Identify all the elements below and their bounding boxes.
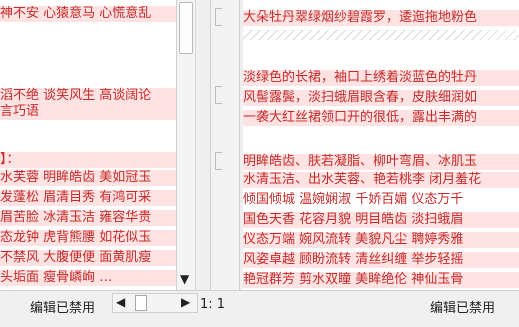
right-text-pane[interactable]: 大朵牡丹翠绿烟纱碧霞罗，逶迤拖地粉色 淡绿色的长裙，袖口上绣着淡蓝色的牡丹 风髻… <box>243 0 519 290</box>
left-text-pane[interactable]: 神不安 心猿意马 心慌意乱 滔不绝 谈笑风生 高谈阔论 言巧语 】： 水芙蓉 明… <box>0 0 176 290</box>
right-line-6: 水清玉洁、出水芙蓉、艳若桃李 闭月羞花 <box>243 172 519 188</box>
right-line-4: 一袭大红丝裙领口开的很低，露出丰满的 <box>243 110 519 126</box>
right-line-1: 大朵牡丹翠绿烟纱碧霞罗，逶迤拖地粉色 <box>243 10 519 26</box>
right-line-2: 淡绿色的长裙，袖口上绣着淡蓝色的牡丹 <box>243 70 519 86</box>
left-line-4: 】： <box>0 152 176 168</box>
right-line-7: 倾国倾城 温婉娴淑 千娇百媚 仪态万千 <box>243 192 464 207</box>
left-vertical-thumb[interactable] <box>179 2 193 54</box>
line-number-gutter <box>210 0 240 290</box>
left-line-1: 神不安 心猿意马 心慌意乱 <box>0 6 176 22</box>
right-line-5: 明眸皓齿、肤若凝脂、柳叶弯眉、冰肌玉 <box>243 154 519 170</box>
cursor-position: 1: 1 <box>200 297 226 312</box>
hatch-pattern <box>243 30 519 40</box>
right-line-3: 风髻露鬓，淡扫蛾眉眼含春，皮肤细润如 <box>243 90 519 106</box>
right-line-8: 国色天香 花容月貌 明目皓齿 淡扫蛾眉 <box>243 212 519 228</box>
left-horizontal-thumb[interactable] <box>135 295 147 311</box>
right-line-10: 风姿卓越 顾盼流转 清丝纠缠 举步轻摇 <box>243 252 519 268</box>
status-bar: 编辑已禁用 1: 1 编辑已禁用 <box>0 290 519 327</box>
right-line-9: 仪态万端 婉风流转 美貌凡尘 聘婷秀雅 <box>243 232 519 248</box>
right-arrow-icon[interactable]: ▶ <box>181 295 190 309</box>
left-arrow-icon[interactable]: ◀ <box>116 295 125 309</box>
right-line-11: 艳冠群芳 剪水双瞳 美眸绝伦 神仙玉骨 <box>243 272 519 288</box>
right-status-mode: 编辑已禁用 <box>430 301 496 316</box>
left-horizontal-scrollbar[interactable]: ◀ ▶ <box>112 293 198 313</box>
left-line-3: 言巧语 <box>0 104 176 120</box>
left-line-8: 态龙钟 虎背熊腰 如花似玉 <box>0 230 176 246</box>
left-line-5: 水芙蓉 明眸皓齿 美如冠玉 <box>0 170 176 186</box>
gutter-mark-3 <box>215 152 222 170</box>
left-line-10: 头垢面 瘦骨嶙峋 … <box>0 270 176 286</box>
down-arrow-icon[interactable]: ▼ <box>180 272 189 286</box>
left-line-6: 发蓬松 眉清目秀 有鸿可采 <box>0 190 176 206</box>
left-vertical-scrollbar[interactable]: ▼ <box>176 0 195 290</box>
gutter-mark-2 <box>215 86 222 104</box>
left-line-9: 不禁风 大腹便便 面黄肌瘦 <box>0 250 176 266</box>
left-line-7: 眉苦脸 冰清玉洁 雍容华贵 <box>0 210 176 226</box>
left-line-2: 滔不绝 谈笑风生 高谈阔论 <box>0 88 176 104</box>
gutter-mark-1 <box>215 8 222 26</box>
left-status-mode: 编辑已禁用 <box>30 301 96 316</box>
